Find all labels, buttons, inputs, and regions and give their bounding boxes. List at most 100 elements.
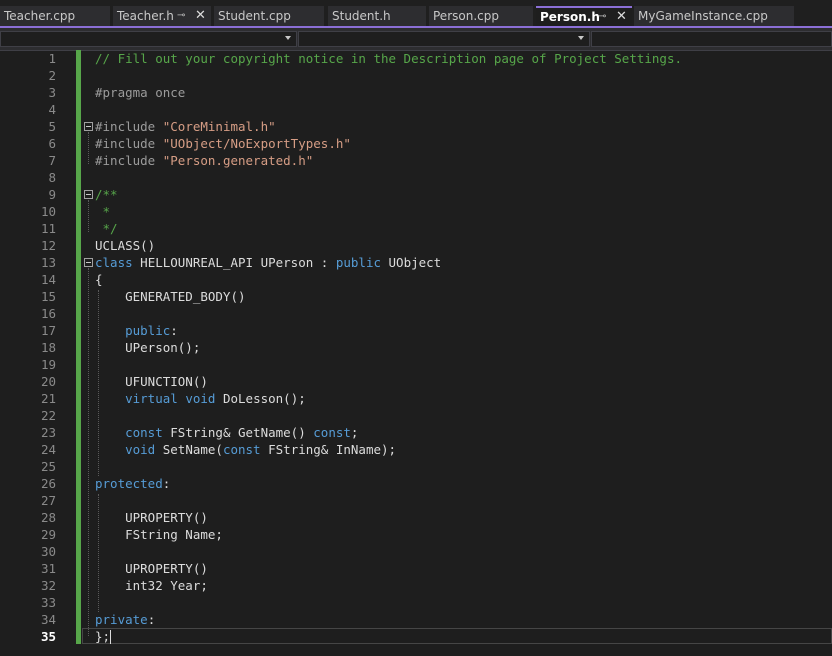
- code-text: protected:: [95, 476, 171, 491]
- code-line[interactable]: 26 protected:: [0, 475, 832, 492]
- code-text: UPROPERTY(): [95, 510, 208, 525]
- line-number: 27: [40, 493, 56, 508]
- line-number: 35: [40, 629, 56, 644]
- code-line[interactable]: 20 UFUNCTION(): [0, 373, 832, 390]
- tab-teacher-cpp[interactable]: Teacher.cpp: [0, 6, 110, 26]
- code-line[interactable]: 24 void SetName(const FString& InName);: [0, 441, 832, 458]
- line-number: 11: [40, 221, 56, 236]
- code-line[interactable]: 32 int32 Year;: [0, 577, 832, 594]
- code-line[interactable]: 27: [0, 492, 832, 509]
- line-number: 1: [48, 51, 56, 66]
- code-text: UCLASS(): [95, 238, 156, 253]
- code-line[interactable]: 7 #include "Person.generated.h": [0, 152, 832, 169]
- code-line[interactable]: 19: [0, 356, 832, 373]
- member-scope-dropdown[interactable]: [298, 31, 590, 47]
- code-line[interactable]: 4: [0, 101, 832, 118]
- code-line[interactable]: 23 const FString& GetName() const;: [0, 424, 832, 441]
- code-text: // Fill out your copyright notice in the…: [95, 51, 682, 66]
- chevron-down-icon: [285, 36, 291, 40]
- tab-bar: Teacher.cpp Teacher.h ⊸ ✕ Student.cpp St…: [0, 0, 832, 28]
- code-text: #include "Person.generated.h": [95, 153, 314, 168]
- code-line[interactable]: 8: [0, 169, 832, 186]
- code-line[interactable]: 11 */: [0, 220, 832, 237]
- code-line[interactable]: 18 UPerson();: [0, 339, 832, 356]
- pin-icon[interactable]: ⊸: [598, 8, 606, 26]
- code-text: void SetName(const FString& InName);: [125, 442, 397, 457]
- line-number: 9: [48, 187, 56, 202]
- code-line[interactable]: 3 #pragma once: [0, 84, 832, 101]
- code-line[interactable]: 15 GENERATED_BODY(): [0, 288, 832, 305]
- code-line[interactable]: 35};: [0, 628, 832, 645]
- line-number: 32: [40, 578, 56, 593]
- tab-label: Student.cpp: [218, 9, 291, 23]
- code-line[interactable]: 2: [0, 67, 832, 84]
- code-line[interactable]: 31 UPROPERTY(): [0, 560, 832, 577]
- code-text: private:: [95, 612, 156, 627]
- code-line[interactable]: 25: [0, 458, 832, 475]
- close-icon[interactable]: ✕: [195, 6, 206, 26]
- code-line[interactable]: 33: [0, 594, 832, 611]
- code-line[interactable]: 13 class HELLOUNREAL_API UPerson : public…: [0, 254, 832, 271]
- line-number: 13: [40, 255, 56, 270]
- code-line[interactable]: 30: [0, 543, 832, 560]
- code-text: */: [95, 221, 118, 236]
- code-text: #include "UObject/NoExportTypes.h": [95, 136, 351, 151]
- tab-label: Person.cpp: [433, 9, 499, 23]
- line-number: 20: [40, 374, 56, 389]
- tab-label: Person.h: [540, 10, 600, 24]
- code-text: };: [95, 629, 111, 644]
- line-number: 34: [40, 612, 56, 627]
- code-line[interactable]: 14 {: [0, 271, 832, 288]
- line-number: 4: [48, 102, 56, 117]
- code-text: #pragma once: [95, 85, 186, 100]
- code-text: public:: [125, 323, 178, 338]
- tab-student-cpp[interactable]: Student.cpp: [214, 6, 324, 26]
- code-line[interactable]: 22: [0, 407, 832, 424]
- code-text: /**: [95, 187, 118, 202]
- line-number: 18: [40, 340, 56, 355]
- line-number: 33: [40, 595, 56, 610]
- tab-teacher-h[interactable]: Teacher.h ⊸ ✕: [113, 6, 211, 26]
- line-number: 7: [48, 153, 56, 168]
- code-text: const FString& GetName() const;: [125, 425, 359, 440]
- line-number: 26: [40, 476, 56, 491]
- tab-student-h[interactable]: Student.h: [328, 6, 426, 26]
- member-dropdown[interactable]: [591, 31, 832, 47]
- line-number: 14: [40, 272, 56, 287]
- code-line[interactable]: 21 virtual void DoLesson();: [0, 390, 832, 407]
- code-line[interactable]: 29 FString Name;: [0, 526, 832, 543]
- code-line[interactable]: 17 public:: [0, 322, 832, 339]
- code-line[interactable]: 6 #include "UObject/NoExportTypes.h": [0, 135, 832, 152]
- chevron-down-icon: [578, 36, 584, 40]
- code-text: UFUNCTION(): [95, 374, 208, 389]
- line-number: 23: [40, 425, 56, 440]
- code-line[interactable]: 28 UPROPERTY(): [0, 509, 832, 526]
- code-text: UPROPERTY(): [95, 561, 208, 576]
- code-editor[interactable]: 1 // Fill out your copyright notice in th…: [0, 50, 832, 656]
- code-line[interactable]: 16: [0, 305, 832, 322]
- code-text: GENERATED_BODY(): [95, 289, 246, 304]
- line-number: 29: [40, 527, 56, 542]
- tab-mygameinstance-cpp[interactable]: MyGameInstance.cpp: [634, 6, 794, 26]
- tab-label: Teacher.h: [117, 9, 174, 23]
- line-number: 16: [40, 306, 56, 321]
- close-icon[interactable]: ✕: [616, 8, 627, 26]
- code-line[interactable]: 10 *: [0, 203, 832, 220]
- code-line[interactable]: 9 /**: [0, 186, 832, 203]
- tab-person-cpp[interactable]: Person.cpp: [429, 6, 533, 26]
- code-line[interactable]: 34 private:: [0, 611, 832, 628]
- tab-label: Teacher.cpp: [4, 9, 76, 23]
- line-number: 2: [48, 68, 56, 83]
- pin-icon[interactable]: ⊸: [177, 6, 185, 26]
- code-line[interactable]: 12 UCLASS(): [0, 237, 832, 254]
- code-line[interactable]: 1 // Fill out your copyright notice in th…: [0, 50, 832, 67]
- line-number: 15: [40, 289, 56, 304]
- project-scope-dropdown[interactable]: [0, 31, 297, 47]
- line-number: 19: [40, 357, 56, 372]
- line-number: 24: [40, 442, 56, 457]
- code-text: FString Name;: [95, 527, 223, 542]
- code-line[interactable]: 5 #include "CoreMinimal.h": [0, 118, 832, 135]
- line-number: 31: [40, 561, 56, 576]
- tab-person-h[interactable]: Person.h ⊸ ✕: [536, 6, 632, 26]
- code-text: UPerson();: [95, 340, 201, 355]
